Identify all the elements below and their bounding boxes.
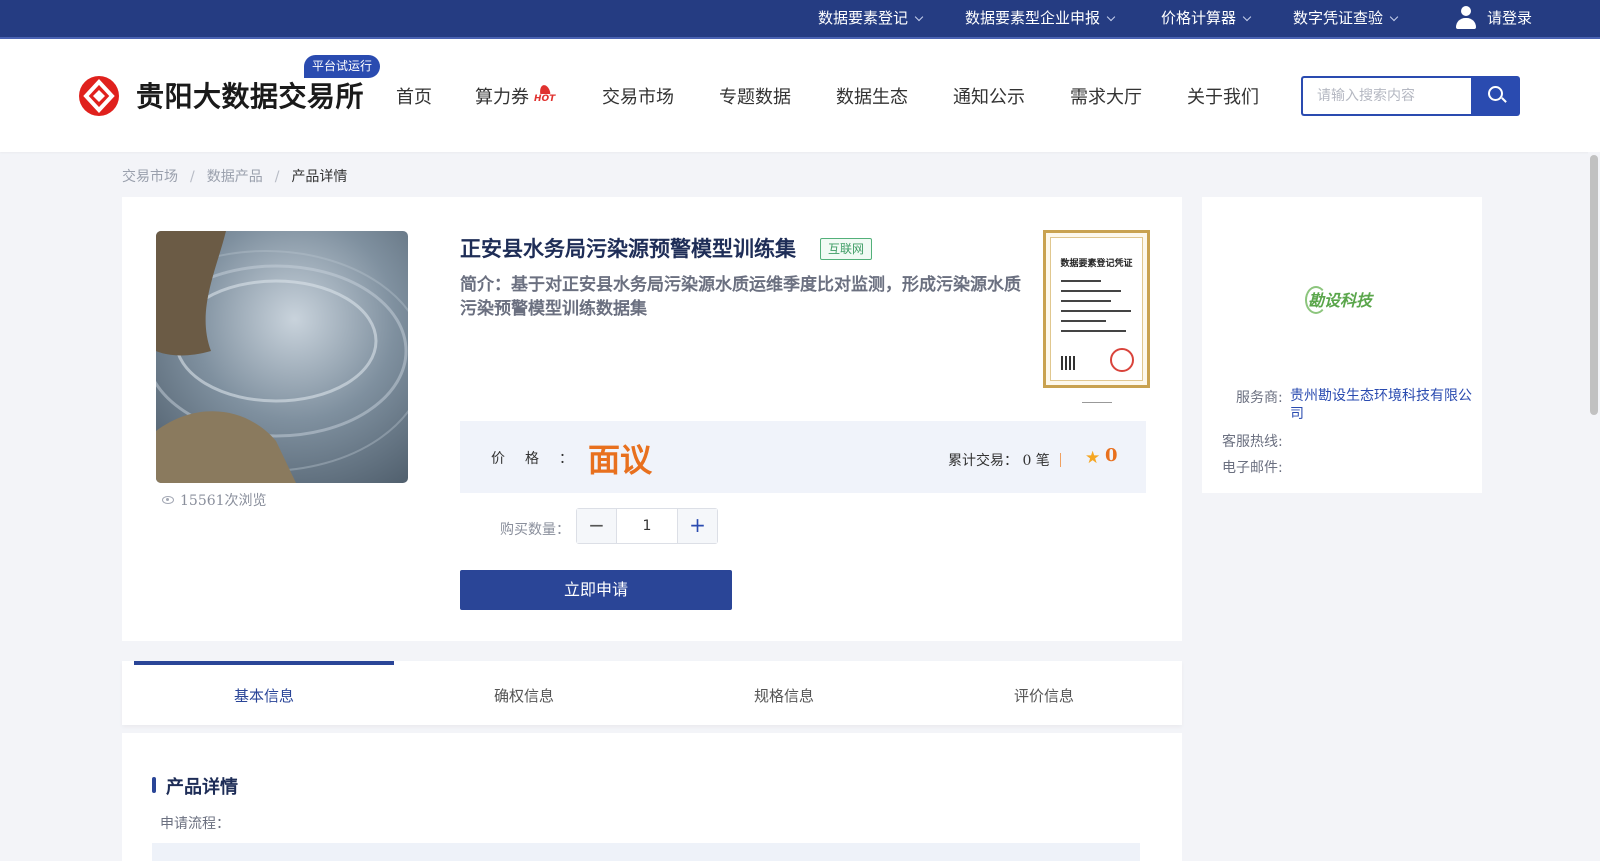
nav-data-ecosystem[interactable]: 数据生态 bbox=[836, 83, 908, 109]
star-icon: ★ bbox=[1085, 448, 1101, 468]
nav-topic-data[interactable]: 专题数据 bbox=[719, 83, 791, 109]
product-card: 15561次浏览 正安县水务局污染源预警模型训练集 互联网 简介：基于对正安县水… bbox=[122, 197, 1182, 641]
nav-notices[interactable]: 通知公示 bbox=[953, 83, 1025, 109]
application-process-panel bbox=[152, 843, 1140, 861]
product-intro: 简介：基于对正安县水务局污染源水质运维季度比对监测，形成污染源水质污染预警模型训… bbox=[460, 275, 1021, 319]
eye-icon bbox=[162, 496, 174, 504]
exchange-logo-icon[interactable] bbox=[79, 76, 119, 116]
breadcrumb: 交易市场 / 数据产品 / 产品详情 bbox=[122, 169, 348, 185]
details-title: 产品详情 bbox=[166, 777, 238, 798]
hot-flame-icon: HOT bbox=[533, 84, 557, 105]
login-link[interactable]: 请登录 bbox=[1487, 0, 1532, 37]
top-utility-bar: 数据要素登记 数据要素型企业申报 价格计算器 数字凭证查验 请登录 bbox=[0, 0, 1600, 39]
rating-value: 0 bbox=[1105, 445, 1118, 466]
email-label: 电子邮件: bbox=[1222, 460, 1283, 476]
user-icon[interactable] bbox=[1455, 6, 1477, 30]
quantity-input[interactable]: 1 bbox=[617, 509, 677, 543]
product-category-tag: 互联网 bbox=[820, 238, 873, 260]
breadcrumb-current: 产品详情 bbox=[291, 169, 348, 185]
hotline-label: 客服热线: bbox=[1222, 434, 1283, 450]
trial-badge: 平台试运行 bbox=[304, 55, 381, 78]
search-button[interactable] bbox=[1471, 76, 1520, 116]
official-seal-icon bbox=[1110, 348, 1134, 372]
tab-review-info[interactable]: 评价信息 bbox=[914, 661, 1174, 725]
quantity-stepper: − 1 + bbox=[576, 508, 718, 544]
topbar-certificate-check[interactable]: 数字凭证查验 bbox=[1293, 0, 1399, 37]
quantity-label: 购买数量： bbox=[500, 522, 570, 538]
apply-now-button[interactable]: 立即申请 bbox=[460, 570, 732, 610]
chevron-down-icon bbox=[1389, 12, 1399, 22]
chevron-down-icon bbox=[1106, 12, 1116, 22]
topbar-price-calculator[interactable]: 价格计算器 bbox=[1161, 0, 1252, 37]
main-header: 贵阳大数据交易所 平台试运行 首页 算力券 HOT 交易市场 专题数据 数据生态 … bbox=[0, 39, 1600, 152]
tab-rights-info[interactable]: 确权信息 bbox=[394, 661, 654, 725]
increment-button[interactable]: + bbox=[677, 509, 717, 543]
nav-about-us[interactable]: 关于我们 bbox=[1187, 83, 1259, 109]
site-logo-text[interactable]: 贵阳大数据交易所 bbox=[136, 75, 364, 115]
service-provider-label: 服务商: bbox=[1236, 390, 1283, 406]
qr-code-icon bbox=[1061, 356, 1075, 370]
view-count: 15561次浏览 bbox=[162, 490, 267, 510]
price-panel: 价格： 面议 累计交易： 0 笔 ★ 0 bbox=[460, 421, 1146, 493]
breadcrumb-trading-market[interactable]: 交易市场 bbox=[122, 169, 178, 185]
application-process-label: 申请流程： bbox=[160, 816, 230, 832]
chevron-down-icon bbox=[1242, 12, 1252, 22]
chevron-down-icon bbox=[914, 12, 924, 22]
service-provider-name[interactable]: 贵州勘设生态环境科技有限公司 bbox=[1290, 387, 1475, 423]
info-tabs: 基本信息 确权信息 规格信息 评价信息 bbox=[122, 661, 1182, 725]
search-input[interactable] bbox=[1301, 76, 1471, 116]
product-title: 正安县水务局污染源预警模型训练集 bbox=[460, 237, 796, 261]
scrollbar-thumb[interactable] bbox=[1590, 155, 1598, 415]
trade-count: 累计交易： 0 笔 bbox=[948, 453, 1050, 469]
tab-basic-info[interactable]: 基本信息 bbox=[134, 661, 394, 725]
nav-trading-market[interactable]: 交易市场 bbox=[602, 83, 674, 109]
registration-certificate[interactable]: 数据要素登记凭证 bbox=[1043, 230, 1150, 388]
decrement-button[interactable]: − bbox=[577, 509, 617, 543]
topbar-enterprise-declaration[interactable]: 数据要素型企业申报 bbox=[965, 0, 1116, 37]
nav-home[interactable]: 首页 bbox=[396, 83, 432, 109]
price-label: 价格： bbox=[491, 451, 593, 467]
price-value: 面议 bbox=[588, 441, 653, 479]
product-image bbox=[156, 231, 408, 483]
provider-logo-text: 勘设科技 bbox=[1308, 291, 1373, 310]
product-details-section: 产品详情 申请流程： bbox=[122, 733, 1182, 861]
page-scrollbar[interactable] bbox=[1588, 152, 1600, 861]
nav-compute-voucher[interactable]: 算力券 HOT bbox=[475, 83, 557, 109]
topbar-data-registration[interactable]: 数据要素登记 bbox=[818, 0, 924, 37]
nav-demand-hall[interactable]: 需求大厅 bbox=[1070, 83, 1142, 109]
tab-spec-info[interactable]: 规格信息 bbox=[654, 661, 914, 725]
breadcrumb-data-products[interactable]: 数据产品 bbox=[207, 169, 263, 185]
